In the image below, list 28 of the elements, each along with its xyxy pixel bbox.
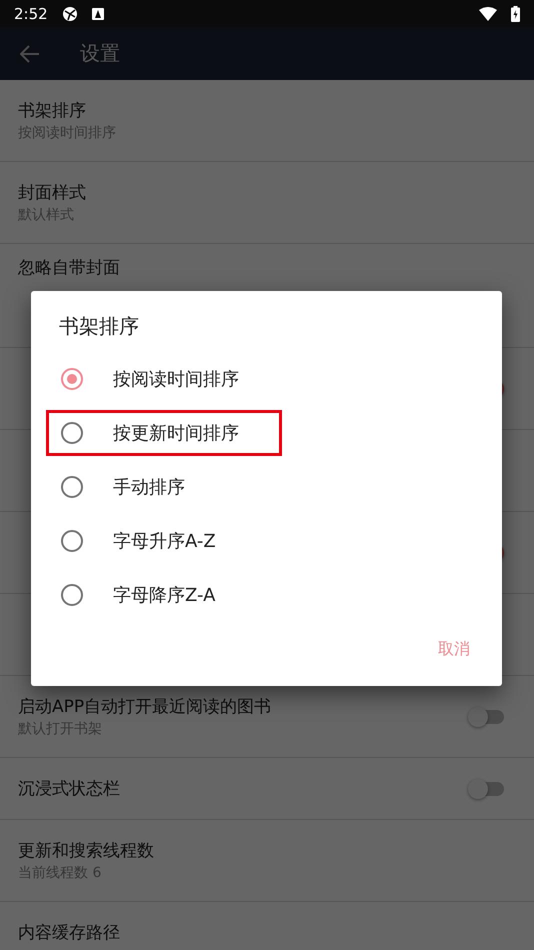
option-label[interactable]: 字母降序Z-A [113,583,216,607]
setting-title: 内容缓存路径 [18,922,121,944]
status-time: 2:52 [14,4,48,22]
option-label[interactable]: 按更新时间排序 [113,421,239,445]
cancel-button[interactable]: 取消 [434,635,474,664]
radio-button[interactable] [61,422,83,444]
setting-title: 书架排序 [18,100,87,122]
settings-row[interactable]: 内容缓存路径 [0,902,534,950]
option-label[interactable]: 手动排序 [113,475,185,499]
option-label[interactable]: 按阅读时间排序 [113,367,239,391]
radio-button[interactable] [61,584,83,606]
radio-button[interactable] [61,368,83,390]
settings-row[interactable]: 沉浸式状态栏 [0,758,534,820]
setting-title: 忽略自带封面 [18,257,121,279]
option-label[interactable]: 字母升序A-Z [113,529,216,553]
toggle-switch[interactable] [470,710,504,724]
wifi-icon [479,6,497,20]
radio-button[interactable] [61,476,83,498]
dialog-title: 书架排序 [59,313,139,340]
screen-title: 设置 [80,40,120,67]
toggle-switch[interactable] [470,782,504,796]
battery-icon [511,6,520,22]
setting-title: 封面样式 [18,182,87,204]
setting-title: 沉浸式状态栏 [18,778,121,800]
globe-icon [62,6,78,22]
setting-title: 启动APP自动打开最近阅读的图书 [18,696,272,718]
setting-title: 更新和搜索线程数 [18,840,155,862]
radio-button[interactable] [61,530,83,552]
